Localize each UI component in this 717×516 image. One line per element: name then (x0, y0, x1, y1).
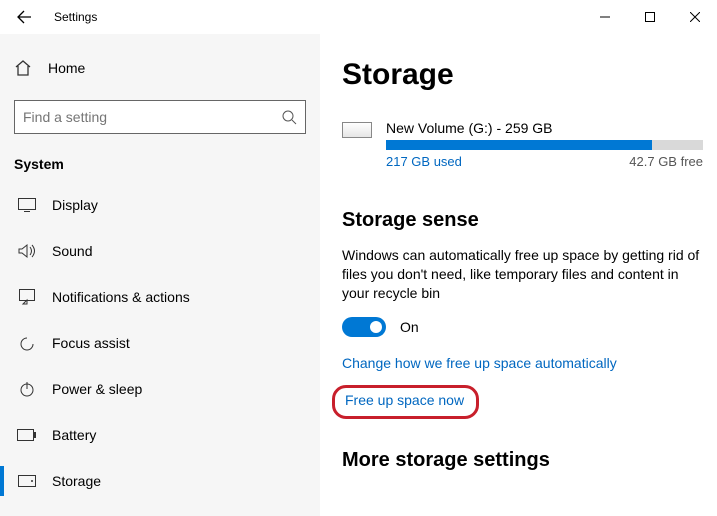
nav-label: Focus assist (52, 335, 130, 351)
nav-item-display[interactable]: Display (14, 182, 306, 228)
minimize-icon (600, 12, 610, 22)
usage-bar-fill (386, 140, 652, 150)
volume-name: New Volume (G:) - 259 GB (386, 120, 703, 136)
nav-item-battery[interactable]: Battery (14, 412, 306, 458)
back-button[interactable] (10, 3, 38, 31)
sound-icon (16, 243, 38, 259)
home-nav[interactable]: Home (14, 50, 306, 86)
free-label: 42.7 GB free (629, 154, 703, 169)
storage-sense-toggle[interactable] (342, 317, 386, 337)
search-box[interactable] (14, 100, 306, 134)
nav-item-power-sleep[interactable]: Power & sleep (14, 366, 306, 412)
page-title: Storage (342, 58, 703, 92)
minimize-button[interactable] (582, 2, 627, 32)
storage-sense-description: Windows can automatically free up space … (342, 246, 703, 303)
maximize-icon (645, 12, 655, 22)
maximize-button[interactable] (627, 2, 672, 32)
highlight-annotation: Free up space now (332, 385, 479, 419)
nav-list: Display Sound Notifications & actions Fo… (14, 182, 306, 504)
window-title: Settings (54, 10, 97, 24)
nav-item-notifications[interactable]: Notifications & actions (14, 274, 306, 320)
nav-item-storage[interactable]: Storage (14, 458, 306, 504)
drive-icon (342, 122, 372, 138)
storage-icon (16, 475, 38, 487)
toggle-state-label: On (400, 319, 419, 335)
free-up-now-link[interactable]: Free up space now (345, 392, 464, 408)
focus-assist-icon (16, 335, 38, 351)
notifications-icon (16, 289, 38, 305)
more-storage-heading: More storage settings (342, 449, 703, 472)
storage-sense-heading: Storage sense (342, 209, 703, 232)
arrow-left-icon (16, 9, 32, 25)
titlebar: Settings (0, 0, 717, 34)
nav-item-focus-assist[interactable]: Focus assist (14, 320, 306, 366)
nav-label: Storage (52, 473, 101, 489)
main-panel: Storage New Volume (G:) - 259 GB 217 GB … (320, 34, 717, 516)
search-input[interactable] (23, 109, 281, 125)
battery-icon (16, 429, 38, 441)
close-icon (690, 12, 700, 22)
power-icon (16, 381, 38, 397)
nav-label: Power & sleep (52, 381, 142, 397)
sidebar: Home System Display Sound Notifications … (0, 34, 320, 516)
home-icon (14, 59, 32, 77)
nav-label: Notifications & actions (52, 289, 190, 305)
volume-row[interactable]: New Volume (G:) - 259 GB 217 GB used 42.… (342, 120, 703, 169)
used-label: 217 GB used (386, 154, 462, 169)
nav-label: Battery (52, 427, 96, 443)
home-label: Home (48, 60, 85, 76)
section-heading: System (14, 156, 306, 172)
window-controls (582, 2, 717, 32)
close-button[interactable] (672, 2, 717, 32)
nav-label: Display (52, 197, 98, 213)
display-icon (16, 198, 38, 212)
nav-item-sound[interactable]: Sound (14, 228, 306, 274)
change-free-up-link[interactable]: Change how we free up space automaticall… (342, 355, 617, 371)
usage-bar (386, 140, 703, 150)
search-icon (281, 109, 297, 125)
nav-label: Sound (52, 243, 92, 259)
